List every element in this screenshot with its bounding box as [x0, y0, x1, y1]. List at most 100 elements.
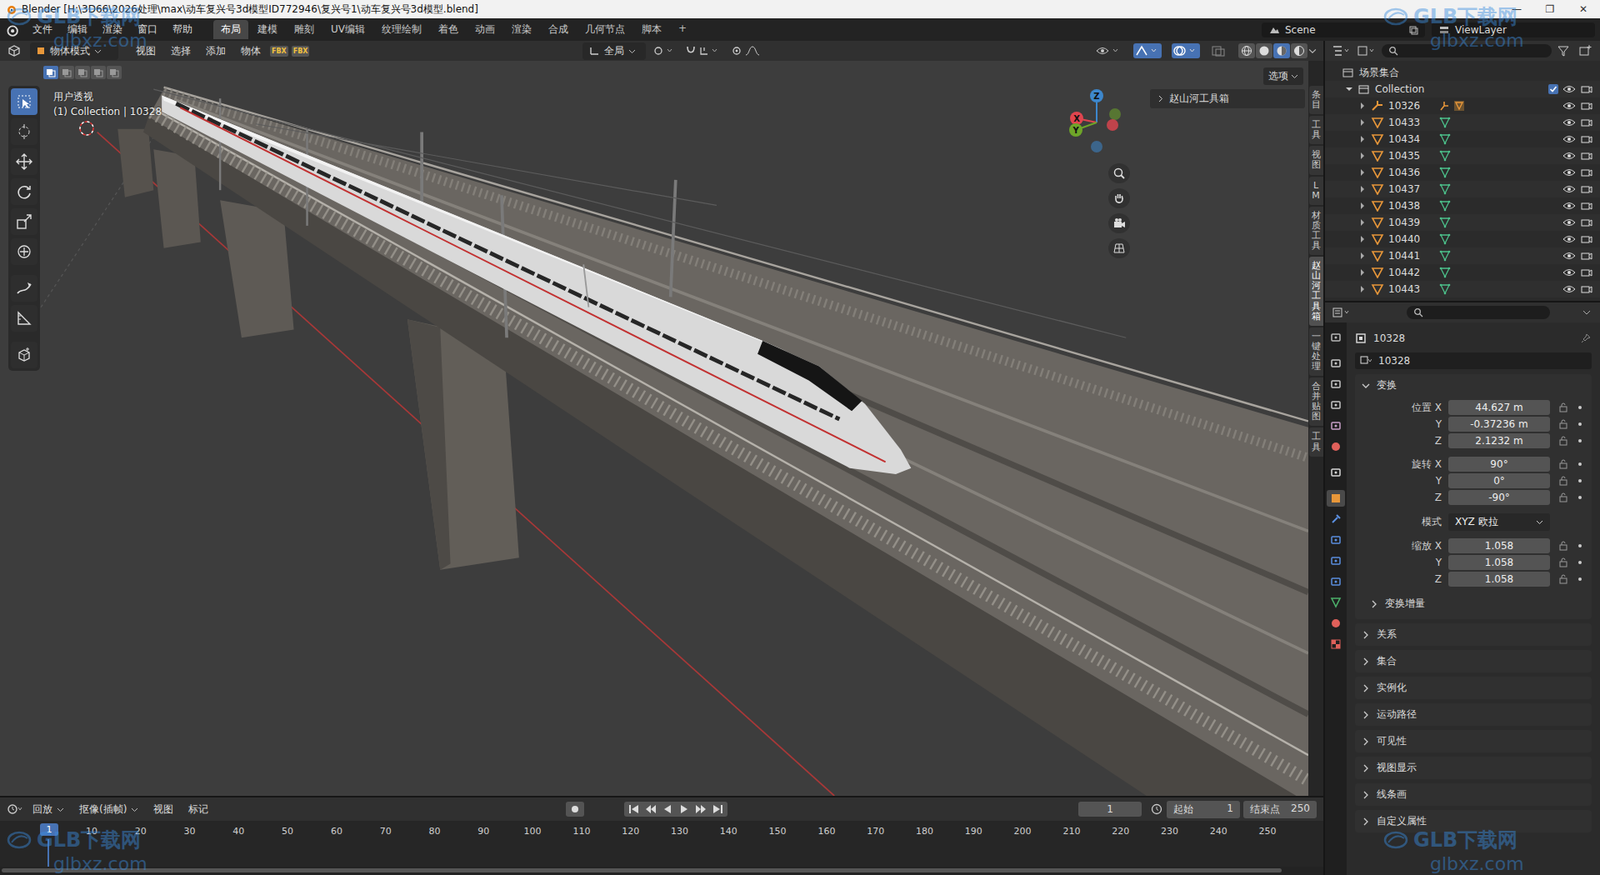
render-camera-icon[interactable] — [1580, 150, 1594, 162]
eye-open-icon[interactable] — [1562, 283, 1576, 295]
lock-icon[interactable] — [1558, 492, 1569, 503]
sidebar-tab[interactable]: 材质工具 — [1309, 206, 1324, 255]
lock-icon[interactable] — [1558, 419, 1569, 430]
collapsed-arrow-icon[interactable] — [1358, 218, 1367, 227]
sidebar-tab[interactable]: 赵山河工具箱 — [1309, 256, 1324, 326]
transform-panel-header[interactable]: 变换 — [1355, 374, 1592, 397]
menu-item[interactable]: 文件 — [26, 20, 59, 39]
jump-start-icon[interactable] — [627, 803, 641, 815]
constraints-tab[interactable] — [1326, 573, 1345, 590]
collection-tab[interactable] — [1326, 464, 1345, 481]
object-name-field[interactable]: 10328 — [1355, 352, 1592, 370]
menu-item[interactable]: 窗口 — [131, 20, 164, 39]
lock-icon[interactable] — [1558, 557, 1569, 568]
rotate-tool-button[interactable] — [10, 178, 38, 205]
viewport-menu-item[interactable]: 物体 — [235, 42, 267, 60]
timeline-scrollbar[interactable] — [0, 866, 1324, 875]
property-dropdown[interactable]: XYZ 欧拉 — [1448, 513, 1550, 531]
fbx-button[interactable]: FBX — [291, 45, 310, 57]
viewport-menu-item[interactable]: 视图 — [130, 42, 162, 60]
eye-open-icon[interactable] — [1562, 183, 1576, 195]
frame-ruler[interactable]: 1020304050607080901001101201301401501601… — [0, 820, 1324, 867]
eye-open-icon[interactable] — [1562, 116, 1576, 129]
property-field[interactable]: 0° — [1448, 473, 1550, 489]
outliner-item[interactable]: 10436 — [1325, 164, 1600, 181]
outliner-item[interactable]: 10440 — [1325, 230, 1600, 248]
eye-open-icon[interactable] — [1562, 250, 1576, 262]
workspace-tab[interactable]: 着色 — [430, 20, 466, 40]
gizmo-toggle-icon[interactable] — [1133, 43, 1162, 59]
workspace-tab[interactable]: 雕刻 — [286, 20, 322, 40]
addon-panel-header[interactable]: 赵山河工具箱 — [1150, 89, 1305, 109]
new-collection-icon[interactable] — [1578, 44, 1594, 58]
eye-open-icon[interactable] — [1562, 166, 1576, 179]
menu-item[interactable]: 渲染 — [96, 20, 129, 39]
lock-icon[interactable] — [1558, 402, 1569, 413]
overlay-toggle-icon[interactable] — [1171, 43, 1200, 59]
add-workspace-button[interactable]: + — [670, 20, 695, 40]
jump-end-icon[interactable] — [710, 803, 725, 815]
collapsed-arrow-icon[interactable] — [1358, 151, 1367, 160]
pin-icon[interactable] — [1580, 332, 1592, 345]
menu-item[interactable]: 编辑 — [61, 20, 94, 39]
property-field[interactable]: -90° — [1448, 490, 1550, 505]
keyframe-dot-icon[interactable] — [1576, 437, 1584, 445]
render-camera-icon[interactable] — [1580, 283, 1594, 295]
timeline-menu-item[interactable]: 回放 — [26, 800, 70, 819]
eye-open-icon[interactable] — [1562, 233, 1576, 245]
render-camera-icon[interactable] — [1580, 83, 1594, 95]
annotate-tool-button[interactable] — [10, 275, 38, 302]
sidebar-tab[interactable]: 视图 — [1309, 145, 1324, 175]
workspace-tab[interactable]: 脚本 — [634, 20, 670, 40]
delta-transform-header[interactable]: 变换增量 — [1355, 591, 1592, 616]
playhead[interactable]: 1 — [40, 823, 59, 836]
collapsed-arrow-icon[interactable] — [1358, 168, 1367, 177]
record-button[interactable] — [565, 801, 585, 817]
shading-mode-button[interactable] — [1273, 43, 1290, 59]
view-layer-tab[interactable] — [1326, 396, 1345, 414]
scene-selector[interactable]: Scene — [1261, 22, 1425, 38]
eye-open-icon[interactable] — [1562, 100, 1576, 112]
editor-type-icon[interactable] — [6, 44, 22, 58]
workspace-tab[interactable]: 合成 — [540, 20, 576, 40]
caret-icon[interactable] — [1308, 46, 1317, 55]
object-tab[interactable] — [1326, 490, 1345, 507]
mode-dropdown[interactable]: 物体模式 — [30, 42, 119, 60]
sidebar-tab[interactable]: 工具 — [1309, 115, 1324, 145]
visibility-icon[interactable] — [1095, 44, 1124, 58]
sidebar-tab[interactable]: 条目 — [1309, 85, 1324, 115]
property-field[interactable]: -0.37236 m — [1448, 416, 1550, 432]
property-field[interactable]: 1.058 — [1448, 555, 1550, 570]
collapsed-panel-header[interactable]: 自定义属性 — [1355, 810, 1592, 833]
window-control-button[interactable]: ✕ — [1566, 3, 1600, 15]
property-field[interactable]: 1.058 — [1448, 571, 1550, 587]
outliner-search[interactable] — [1381, 44, 1552, 58]
scale-tool-button[interactable] — [10, 208, 38, 235]
collection-row[interactable]: Collection — [1325, 80, 1600, 98]
transform-tool-button[interactable] — [10, 238, 38, 265]
workspace-tab[interactable]: 动画 — [467, 20, 503, 40]
play-icon[interactable] — [677, 803, 691, 815]
timeline-menu-item[interactable]: 标记 — [182, 800, 215, 819]
workspace-tab[interactable]: 渲染 — [504, 20, 540, 40]
material-tab[interactable] — [1326, 615, 1345, 632]
lock-icon[interactable] — [1558, 435, 1569, 446]
outliner-item[interactable]: 10433 — [1325, 114, 1600, 131]
window-control-button[interactable]: — — [1500, 3, 1534, 15]
collapsed-panel-header[interactable]: 线条画 — [1355, 783, 1592, 806]
move-tool-button[interactable] — [10, 148, 38, 175]
lock-icon[interactable] — [1558, 475, 1569, 486]
render-camera-icon[interactable] — [1580, 200, 1594, 212]
workspace-tab[interactable]: 几何节点 — [577, 20, 633, 40]
render-camera-icon[interactable] — [1580, 266, 1594, 279]
scrollbar-thumb[interactable] — [1, 868, 1282, 873]
collapsed-arrow-icon[interactable] — [1358, 251, 1367, 260]
keyframe-dot-icon[interactable] — [1576, 404, 1584, 411]
options-button[interactable]: 选项 — [1263, 67, 1304, 85]
eye-open-icon[interactable] — [1562, 200, 1576, 212]
timeline-editor-icon[interactable] — [6, 802, 24, 816]
keyframe-dot-icon[interactable] — [1576, 460, 1584, 468]
keyframe-dot-icon[interactable] — [1576, 575, 1584, 583]
keyframe-dot-icon[interactable] — [1576, 477, 1584, 485]
physics-tab[interactable] — [1326, 552, 1345, 570]
